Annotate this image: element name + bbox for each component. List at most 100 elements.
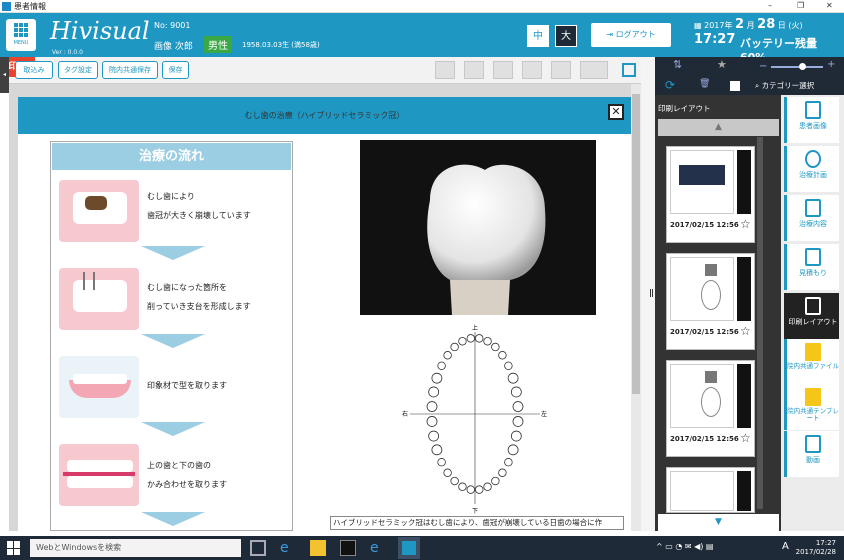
scrollbar-thumb[interactable] bbox=[632, 94, 640, 394]
scroll-up-button[interactable]: ▲ bbox=[658, 119, 779, 136]
logout-button[interactable]: ⇥ ログアウト bbox=[591, 23, 671, 47]
app-icon bbox=[2, 2, 11, 11]
favorite-star-icon[interactable]: ☆ bbox=[740, 431, 751, 445]
tooth-chart: 上 下 右 左 bbox=[402, 324, 547, 514]
flow-arrow bbox=[141, 246, 205, 260]
layout-1-icon[interactable] bbox=[435, 61, 455, 79]
panel-splitter[interactable] bbox=[641, 57, 655, 531]
edge-browser-icon[interactable]: e bbox=[280, 540, 296, 556]
close-window-button[interactable]: ✕ bbox=[826, 1, 833, 10]
tooth-circle bbox=[443, 351, 452, 360]
shared-save-button[interactable]: 院内共通保存 bbox=[102, 61, 158, 79]
taskbar-search-input[interactable]: WebとWindowsを検索 bbox=[30, 539, 241, 557]
chart-label-left: 右 bbox=[402, 410, 408, 418]
taskbar-clock[interactable]: 17:27 2017/02/28 bbox=[792, 539, 836, 557]
layout-6-icon[interactable] bbox=[551, 61, 571, 79]
zoom-in-icon[interactable]: + bbox=[827, 59, 835, 70]
tooth-circle bbox=[507, 372, 519, 384]
file-explorer-icon[interactable] bbox=[310, 540, 326, 556]
layout-thumbnail[interactable] bbox=[666, 467, 755, 513]
fit-screen-icon[interactable] bbox=[622, 63, 636, 77]
zoom-out-icon[interactable]: − bbox=[759, 61, 767, 72]
tooth-circle bbox=[466, 334, 475, 343]
step-1-text: むし歯により 歯冠が大きく崩壊しています bbox=[147, 192, 251, 220]
windows-start-icon[interactable] bbox=[7, 541, 21, 555]
tooth-circle bbox=[428, 430, 440, 442]
sidebar-item-shared-templates[interactable]: 院内共通テンプレート bbox=[784, 384, 839, 430]
sidebar-item-estimate[interactable]: 見積もり bbox=[784, 244, 839, 290]
size-medium-button[interactable]: 中 bbox=[527, 25, 549, 47]
ime-indicator[interactable]: A bbox=[782, 541, 789, 552]
layout-8-icon[interactable] bbox=[580, 61, 608, 79]
app-header: MENU Hivisual Ver : 0.0.0 No: 9001 画像 次郎… bbox=[0, 13, 844, 64]
import-button[interactable]: 取込み bbox=[15, 61, 53, 79]
favorite-star-icon[interactable]: ☆ bbox=[740, 217, 751, 231]
minimize-button[interactable]: – bbox=[768, 1, 772, 10]
layout-3-icon[interactable] bbox=[493, 61, 513, 79]
thumbnail-scrollbar[interactable] bbox=[757, 137, 763, 509]
refresh-icon[interactable]: ⟳ bbox=[665, 78, 675, 92]
tooth-circle bbox=[428, 386, 440, 398]
treatment-flow-panel: 治療の流れ むし歯により 歯冠が大きく崩壊しています むし歯になった箇所を 削ってい… bbox=[50, 141, 293, 531]
favorite-star-icon[interactable]: ☆ bbox=[740, 324, 751, 338]
scroll-down-button[interactable]: ▼ bbox=[658, 514, 779, 531]
tag-settings-button[interactable]: タグ設定 bbox=[58, 61, 98, 79]
stethoscope-icon bbox=[805, 199, 821, 217]
sort-icon[interactable]: ⇅ bbox=[673, 58, 682, 71]
step-3-text: 印象材で型を取ります bbox=[147, 381, 227, 390]
layout-2-icon[interactable] bbox=[464, 61, 484, 79]
menu-label: MENU bbox=[13, 40, 29, 46]
task-view-icon[interactable] bbox=[250, 540, 266, 556]
step-1-image bbox=[59, 180, 139, 242]
left-panel-toggle[interactable]: ◂ bbox=[0, 57, 9, 93]
sidebar-item-shared-files[interactable]: 院内共通ファイル bbox=[784, 339, 839, 385]
document-caption[interactable]: ハイブリッドセラミック冠はむし歯により、歯冠が崩壊している日歯の場合に作 bbox=[330, 516, 624, 530]
calendar-icon: ▦ bbox=[694, 21, 705, 30]
thumbnail-date: 2017/02/15 12:56 bbox=[670, 435, 739, 443]
tooth-circle bbox=[431, 444, 443, 456]
sidebar-item-patient-images[interactable]: 患者画像 bbox=[784, 97, 839, 143]
star-filter-icon[interactable]: ★ bbox=[717, 58, 727, 71]
sidebar-item-print-layout[interactable]: 印刷レイアウト bbox=[784, 293, 839, 339]
thumbnail-edge bbox=[737, 257, 751, 321]
close-document-button[interactable]: ✕ bbox=[608, 104, 624, 120]
maximize-button[interactable]: ❐ bbox=[797, 1, 804, 10]
layout-4-icon[interactable] bbox=[522, 61, 542, 79]
thumbnail-preview bbox=[670, 471, 734, 511]
system-tray-icons[interactable]: ^ ▭ ◔ ✉ ◀) ▤ bbox=[656, 542, 714, 551]
layout-thumbnail[interactable]: 2017/02/15 12:56 ☆ bbox=[666, 360, 755, 457]
windows-taskbar: WebとWindowsを検索 e e ^ ▭ ◔ ✉ ◀) ▤ A 17:27 2… bbox=[0, 536, 844, 560]
tooth-circle bbox=[507, 444, 519, 456]
thumbnail-edge bbox=[737, 471, 751, 511]
viewer-scrollbar[interactable] bbox=[631, 84, 641, 531]
zoom-slider[interactable] bbox=[771, 63, 823, 70]
menu-button[interactable]: MENU bbox=[6, 19, 36, 51]
tooth-circle bbox=[483, 482, 492, 491]
size-large-button[interactable]: 大 bbox=[555, 25, 577, 47]
sidebar-item-treatment-details[interactable]: 治療内容 bbox=[784, 195, 839, 241]
save-button[interactable]: 保存 bbox=[162, 61, 189, 79]
step-4-text: 上の歯と下の歯の かみ合わせを取ります bbox=[147, 461, 227, 489]
sidebar-item-treatment-plan[interactable]: 治療計画 bbox=[784, 146, 839, 192]
eye-icon bbox=[805, 150, 821, 168]
thumbnail-edge bbox=[737, 150, 751, 214]
hivisual-taskbar-icon[interactable] bbox=[398, 537, 420, 559]
logout-label: ログアウト bbox=[615, 30, 656, 39]
ceramic-crown-image bbox=[427, 164, 546, 315]
tooth-circle bbox=[510, 430, 522, 442]
tooth-circle bbox=[458, 482, 467, 491]
tooth-circle bbox=[466, 485, 475, 494]
thumbnail-preview bbox=[670, 257, 734, 321]
layout-thumbnail[interactable]: 2017/02/15 12:56 ☆ bbox=[666, 146, 755, 243]
trash-icon[interactable]: 🗑 bbox=[699, 79, 710, 89]
video-icon bbox=[805, 435, 821, 453]
tooth-circle bbox=[491, 342, 500, 352]
layout-thumbnail[interactable]: 2017/02/15 12:56 ☆ bbox=[666, 253, 755, 350]
command-prompt-icon[interactable] bbox=[340, 540, 356, 556]
category-select[interactable]: ⌕ カテゴリー選択 bbox=[755, 80, 814, 91]
sidebar-item-video[interactable]: 動画 bbox=[784, 431, 839, 477]
internet-explorer-icon[interactable]: e bbox=[370, 540, 386, 556]
select-all-checkbox[interactable] bbox=[730, 81, 740, 91]
tooth-circle bbox=[437, 361, 446, 370]
tooth-circle bbox=[458, 337, 467, 346]
